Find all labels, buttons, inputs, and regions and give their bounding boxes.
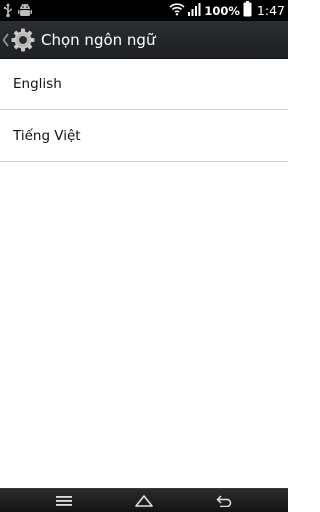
clock: 1:47 [256,3,285,18]
battery-percent: 100% [204,3,240,18]
signal-icon [188,1,201,20]
status-system: 100% 1:47 [169,0,285,21]
language-list: English Tiếng Việt [0,59,288,162]
navigation-bar [0,488,288,512]
wifi-icon [169,1,185,20]
page-title: Chọn ngôn ngữ [41,30,156,49]
battery-icon [243,0,252,21]
action-bar: Chọn ngôn ngữ [0,21,288,59]
list-item-label: Tiếng Việt [13,127,81,144]
status-bar: 100% 1:47 [0,0,288,21]
back-chevron-icon[interactable] [2,21,10,59]
list-item-english[interactable]: English [0,59,288,110]
settings-gear-icon[interactable] [10,27,36,53]
list-item-vietnamese[interactable]: Tiếng Việt [0,110,288,162]
list-item-label: English [13,76,62,92]
android-debug-icon [18,2,32,22]
usb-icon [3,2,13,22]
status-notifications [3,2,32,22]
back-icon[interactable] [194,489,254,512]
home-icon[interactable] [114,489,174,512]
menu-icon[interactable] [34,489,94,512]
